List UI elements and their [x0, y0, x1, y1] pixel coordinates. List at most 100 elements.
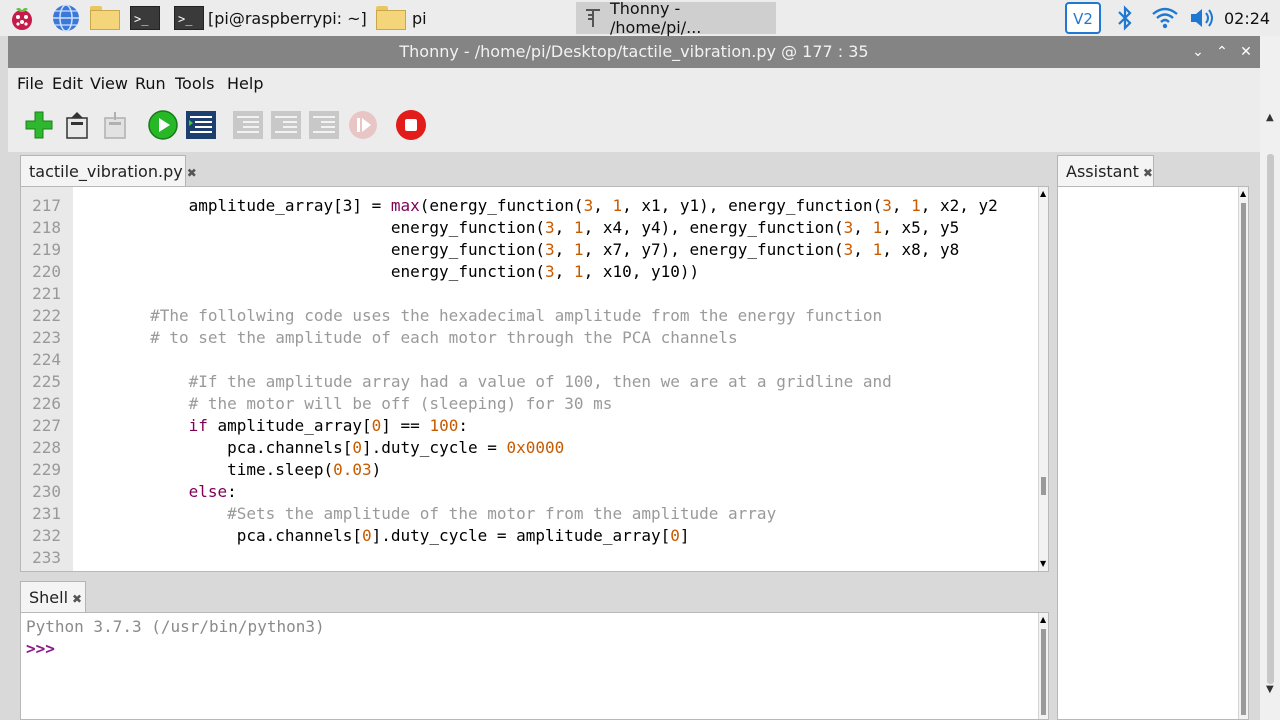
- terminal-icon[interactable]: >_: [130, 2, 162, 34]
- code-token: energy_function(: [73, 240, 546, 259]
- menu-run[interactable]: Run: [135, 74, 166, 93]
- code-token: 0: [361, 526, 372, 545]
- code-token: ].duty_cycle = amplitude_array[: [371, 526, 671, 545]
- shell-prompt: >>>: [26, 639, 55, 658]
- arrow-up-icon[interactable]: ▲: [1040, 189, 1046, 198]
- code-token: , x5, y5: [882, 218, 960, 237]
- code-token: 1: [872, 218, 883, 237]
- code-line[interactable]: if amplitude_array[0] == 100:: [21, 416, 1040, 435]
- wifi-icon[interactable]: [1150, 2, 1180, 34]
- code-line[interactable]: # to set the amplitude of each motor thr…: [21, 328, 1040, 347]
- volume-icon[interactable]: [1188, 2, 1218, 34]
- code-token: 3: [545, 262, 555, 281]
- assistant-scrollbar[interactable]: ▲: [1238, 187, 1248, 719]
- close-tab-icon[interactable]: ✖: [72, 592, 82, 606]
- code-token: 0: [352, 438, 362, 457]
- open-file-icon[interactable]: [64, 110, 90, 140]
- tab-shell[interactable]: Shell ✖: [20, 581, 86, 613]
- minimize-icon[interactable]: ⌄: [1190, 44, 1206, 60]
- tab-label: Shell: [29, 588, 69, 607]
- code-token: 1: [573, 240, 584, 259]
- code-token: # to set the amplitude of each motor thr…: [73, 328, 738, 347]
- code-line[interactable]: pca.channels[0].duty_cycle = 0x0000: [21, 438, 1040, 457]
- debug-icon[interactable]: [185, 110, 217, 140]
- code-token: pca.channels[: [73, 526, 362, 545]
- code-token: (energy_function(: [419, 196, 584, 215]
- code-token: #The follolwing code uses the hexadecima…: [73, 306, 883, 325]
- tab-assistant[interactable]: Assistant ✖: [1057, 155, 1154, 187]
- terminal-icon: >_: [174, 6, 204, 30]
- code-editor[interactable]: 217 218 219 220 221 222 223 224 225 226 227 228 229 2…: [20, 186, 1049, 572]
- arrow-up-icon: ▲: [1266, 112, 1274, 123]
- code-token: 0: [371, 416, 382, 435]
- code-line[interactable]: energy_function(3, 1, x4, y4), energy_fu…: [21, 218, 1040, 237]
- tab-editor-file[interactable]: tactile_vibration.py ✖: [20, 155, 197, 187]
- code-token: , x2, y2: [920, 196, 998, 215]
- menu-edit[interactable]: Edit: [52, 74, 83, 93]
- code-token: 0x0000: [506, 438, 565, 457]
- code-line[interactable]: pca.channels[0].duty_cycle = amplitude_a…: [21, 526, 1040, 545]
- window-titlebar[interactable]: Thonny - /home/pi/Desktop/tactile_vibrat…: [8, 36, 1260, 68]
- code-line[interactable]: energy_function(3, 1, x7, y7), energy_fu…: [21, 240, 1040, 259]
- new-file-icon[interactable]: [24, 110, 54, 140]
- code-token: ): [371, 460, 382, 479]
- code-token: #Sets the amplitude of the motor from th…: [73, 504, 777, 523]
- close-tab-icon[interactable]: ✖: [187, 166, 197, 180]
- code-token: 0.03: [333, 460, 372, 479]
- stop-icon[interactable]: [395, 109, 427, 141]
- clock[interactable]: 02:24: [1224, 9, 1270, 28]
- vnc-icon[interactable]: V2: [1065, 2, 1101, 34]
- scrollbar-thumb[interactable]: [1041, 477, 1046, 495]
- scrollbar-thumb[interactable]: [1241, 203, 1246, 715]
- step-out-icon[interactable]: [308, 110, 340, 140]
- editor-scrollbar[interactable]: ▲ ▼: [1038, 187, 1048, 571]
- web-browser-icon[interactable]: [50, 2, 82, 34]
- code-line[interactable]: # the motor will be off (sleeping) for 3…: [21, 394, 1040, 413]
- window-title: Thonny - /home/pi/Desktop/tactile_vibrat…: [399, 42, 869, 61]
- shell-console[interactable]: Python 3.7.3 (/usr/bin/python3) >>> ▲: [20, 612, 1049, 720]
- step-into-icon[interactable]: [270, 110, 302, 140]
- code-token: , x8, y8: [882, 240, 960, 259]
- code-token: , x1, y1), energy_function(: [622, 196, 883, 215]
- maximize-icon[interactable]: ⌃: [1214, 44, 1230, 60]
- shell-banner: Python 3.7.3 (/usr/bin/python3): [26, 617, 325, 636]
- arrow-down-icon[interactable]: ▼: [1040, 559, 1046, 568]
- scrollbar-thumb[interactable]: [1267, 154, 1274, 684]
- code-line[interactable]: #Sets the amplitude of the motor from th…: [21, 504, 1040, 523]
- file-manager-icon[interactable]: [90, 2, 124, 34]
- scrollbar-thumb[interactable]: [1041, 629, 1046, 715]
- taskbar-item-thonny[interactable]: Thonny - /home/pi/...: [576, 0, 776, 37]
- menu-tools[interactable]: Tools: [175, 74, 214, 93]
- run-icon[interactable]: [147, 109, 179, 141]
- resume-icon[interactable]: [348, 110, 378, 140]
- menu-help[interactable]: Help: [227, 74, 263, 93]
- shell-scrollbar[interactable]: ▲: [1038, 613, 1048, 719]
- close-icon[interactable]: ✕: [1238, 44, 1254, 60]
- code-line[interactable]: #If the amplitude array had a value of 1…: [21, 372, 1040, 391]
- code-token: ]: [679, 526, 690, 545]
- taskbar-item-folder[interactable]: pi: [374, 2, 570, 34]
- close-tab-icon[interactable]: ✖: [1143, 166, 1153, 180]
- raspberry-menu-icon[interactable]: [6, 2, 38, 34]
- line-number: 224: [32, 350, 61, 369]
- arrow-up-icon[interactable]: ▲: [1040, 615, 1046, 624]
- bluetooth-icon[interactable]: [1114, 2, 1136, 34]
- taskbar-item-terminal[interactable]: >_ [pi@raspberrypi: ~]: [172, 2, 368, 34]
- code-token: energy_function(: [73, 218, 546, 237]
- step-over-icon[interactable]: [232, 110, 264, 140]
- code-line[interactable]: #The follolwing code uses the hexadecima…: [21, 306, 1040, 325]
- code-line[interactable]: amplitude_array[3] = max(energy_function…: [21, 196, 1040, 215]
- code-line[interactable]: time.sleep(0.03): [21, 460, 1040, 479]
- arrow-up-icon[interactable]: ▲: [1240, 189, 1246, 198]
- menu-file[interactable]: File: [17, 74, 44, 93]
- code-token: ].duty_cycle =: [362, 438, 507, 457]
- code-token: 3: [882, 196, 892, 215]
- line-number: 233: [32, 548, 61, 567]
- menu-view[interactable]: View: [90, 74, 128, 93]
- code-line[interactable]: else:: [21, 482, 1040, 501]
- save-file-icon[interactable]: [102, 110, 128, 140]
- code-line[interactable]: energy_function(3, 1, x10, y10)): [21, 262, 1040, 281]
- code-token: 1: [573, 218, 584, 237]
- code-token: 1: [573, 262, 584, 281]
